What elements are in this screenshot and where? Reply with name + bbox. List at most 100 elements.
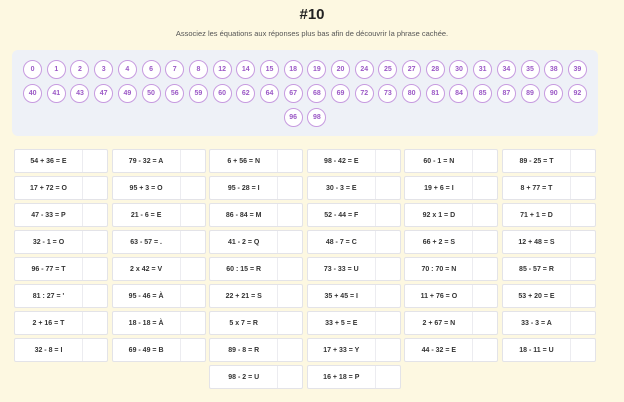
answer-bubble[interactable]: 25: [378, 60, 398, 79]
answer-drop-slot[interactable]: [82, 150, 107, 172]
answer-drop-slot[interactable]: [179, 204, 205, 226]
answer-bubble[interactable]: 2: [70, 60, 90, 79]
answer-bubble[interactable]: 20: [331, 60, 351, 79]
answer-drop-slot[interactable]: [472, 150, 497, 172]
answer-drop-slot[interactable]: [82, 258, 107, 280]
answer-drop-slot[interactable]: [374, 366, 400, 388]
answer-drop-slot[interactable]: [472, 204, 497, 226]
answer-drop-slot[interactable]: [374, 150, 400, 172]
answer-drop-slot[interactable]: [374, 204, 400, 226]
answer-bubble[interactable]: 96: [283, 108, 303, 127]
answer-drop-slot[interactable]: [472, 312, 497, 334]
answer-drop-slot[interactable]: [277, 366, 302, 388]
answer-bubble[interactable]: 38: [544, 60, 564, 79]
answer-bubble[interactable]: 19: [307, 60, 327, 79]
answer-bubble[interactable]: 8: [188, 60, 208, 79]
answer-drop-slot[interactable]: [179, 339, 205, 361]
answer-drop-slot[interactable]: [472, 231, 497, 253]
answer-drop-slot[interactable]: [374, 177, 400, 199]
answer-bubble[interactable]: 81: [425, 84, 445, 103]
answer-drop-slot[interactable]: [82, 231, 107, 253]
answer-drop-slot[interactable]: [82, 177, 107, 199]
answer-drop-slot[interactable]: [374, 285, 400, 307]
answer-bubble[interactable]: 90: [544, 84, 564, 103]
answer-bubble[interactable]: 84: [449, 84, 469, 103]
answer-bubble[interactable]: 73: [378, 84, 398, 103]
answer-bubble[interactable]: 59: [188, 84, 208, 103]
answer-bubble[interactable]: 50: [141, 84, 161, 103]
answer-bubble[interactable]: 14: [236, 60, 256, 79]
answer-drop-slot[interactable]: [277, 285, 302, 307]
answer-drop-slot[interactable]: [569, 204, 595, 226]
answer-drop-slot[interactable]: [82, 339, 107, 361]
answer-drop-slot[interactable]: [179, 285, 205, 307]
answer-drop-slot[interactable]: [179, 312, 205, 334]
answer-bubble[interactable]: 69: [331, 84, 351, 103]
answer-drop-slot[interactable]: [472, 339, 497, 361]
answer-bubble[interactable]: 1: [46, 60, 66, 79]
answer-bubble[interactable]: 92: [567, 84, 587, 103]
answer-drop-slot[interactable]: [569, 150, 595, 172]
answer-drop-slot[interactable]: [374, 339, 400, 361]
answer-bubble[interactable]: 64: [259, 84, 279, 103]
answer-drop-slot[interactable]: [374, 231, 400, 253]
answer-bubble[interactable]: 67: [283, 84, 303, 103]
answer-bubble[interactable]: 89: [520, 84, 540, 103]
answer-bubble[interactable]: 15: [259, 60, 279, 79]
answer-drop-slot[interactable]: [277, 339, 302, 361]
answer-bubble[interactable]: 60: [212, 84, 232, 103]
answer-drop-slot[interactable]: [82, 285, 107, 307]
answer-drop-slot[interactable]: [82, 204, 107, 226]
answer-drop-slot[interactable]: [277, 177, 302, 199]
answer-drop-slot[interactable]: [569, 285, 595, 307]
answer-drop-slot[interactable]: [277, 150, 302, 172]
answer-bubble[interactable]: 80: [402, 84, 422, 103]
answer-bubble[interactable]: 34: [496, 60, 516, 79]
answer-bubble[interactable]: 3: [94, 60, 114, 79]
answer-bubble[interactable]: 62: [236, 84, 256, 103]
answer-bubble[interactable]: 39: [567, 60, 587, 79]
answer-drop-slot[interactable]: [472, 285, 497, 307]
answer-drop-slot[interactable]: [277, 204, 302, 226]
answer-drop-slot[interactable]: [277, 258, 302, 280]
answer-drop-slot[interactable]: [569, 258, 595, 280]
answer-bubble[interactable]: 30: [449, 60, 469, 79]
answer-drop-slot[interactable]: [179, 231, 205, 253]
answer-bubble[interactable]: 87: [496, 84, 516, 103]
answer-drop-slot[interactable]: [82, 312, 107, 334]
answer-bubble[interactable]: 47: [94, 84, 114, 103]
answer-bubble[interactable]: 27: [402, 60, 422, 79]
answer-drop-slot[interactable]: [374, 312, 400, 334]
answer-drop-slot[interactable]: [179, 177, 205, 199]
answer-drop-slot[interactable]: [472, 177, 497, 199]
answer-drop-slot[interactable]: [374, 258, 400, 280]
answer-bubble[interactable]: 56: [165, 84, 185, 103]
answer-drop-slot[interactable]: [277, 231, 302, 253]
answer-bubble[interactable]: 28: [425, 60, 445, 79]
answer-bubble[interactable]: 35: [520, 60, 540, 79]
answer-bubble[interactable]: 4: [117, 60, 137, 79]
answer-bubble[interactable]: 40: [23, 84, 43, 103]
answer-bubble[interactable]: 98: [307, 108, 327, 127]
answer-bubble[interactable]: 6: [141, 60, 161, 79]
answer-drop-slot[interactable]: [569, 231, 595, 253]
answer-drop-slot[interactable]: [277, 312, 302, 334]
answer-drop-slot[interactable]: [569, 339, 595, 361]
answer-bubble[interactable]: 41: [46, 84, 66, 103]
answer-drop-slot[interactable]: [569, 312, 595, 334]
answer-bubble[interactable]: 7: [165, 60, 185, 79]
answer-bubble[interactable]: 49: [117, 84, 137, 103]
answer-bubble[interactable]: 68: [307, 84, 327, 103]
answer-drop-slot[interactable]: [472, 258, 497, 280]
answer-drop-slot[interactable]: [179, 150, 205, 172]
answer-bubble[interactable]: 31: [473, 60, 493, 79]
answer-bubble[interactable]: 43: [70, 84, 90, 103]
answer-bubble[interactable]: 0: [23, 60, 43, 79]
answer-bubble[interactable]: 12: [212, 60, 232, 79]
answer-bubble[interactable]: 24: [354, 60, 374, 79]
answer-drop-slot[interactable]: [179, 258, 205, 280]
answer-drop-slot[interactable]: [569, 177, 595, 199]
answer-bubble[interactable]: 18: [283, 60, 303, 79]
answer-bubble[interactable]: 72: [354, 84, 374, 103]
answer-bubble[interactable]: 85: [473, 84, 493, 103]
